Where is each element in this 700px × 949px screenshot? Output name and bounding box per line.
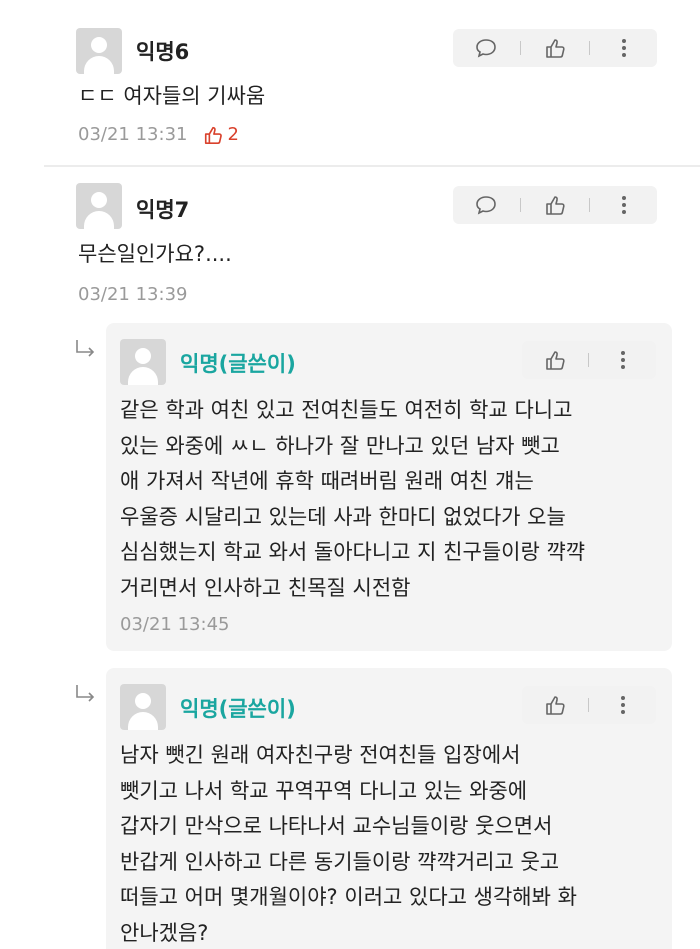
comment-text: ㄷㄷ 여자들의 기싸움	[78, 84, 266, 108]
avatar	[76, 28, 122, 74]
like-icon[interactable]	[538, 343, 572, 377]
reply-icon	[74, 683, 98, 709]
avatar	[120, 684, 166, 730]
comment-item: 익명6 ㄷㄷ 여자들의 기싸움 03/21 13:31 2	[0, 0, 700, 165]
more-icon[interactable]	[606, 688, 640, 722]
reply-author: 익명(글쓴이)	[180, 352, 296, 376]
like-count-value: 2	[227, 124, 239, 145]
more-icon[interactable]	[606, 343, 640, 377]
avatar	[76, 183, 122, 229]
comment-actions	[453, 29, 657, 67]
like-icon[interactable]	[538, 688, 572, 722]
comment-actions	[453, 186, 657, 224]
comment-date: 03/21 13:39	[78, 284, 188, 305]
reply-item: 익명(글쓴이) 같은 학과 여친 있고 전여친들도 여전히 학교 다니고 있는 …	[106, 323, 672, 651]
comment-author: 익명6	[136, 40, 190, 64]
reply-actions	[522, 341, 656, 379]
like-icon	[205, 126, 223, 144]
comment-icon[interactable]	[469, 188, 503, 222]
reply-author: 익명(글쓴이)	[180, 697, 296, 721]
reply-item: 익명(글쓴이) 남자 뺏긴 원래 여자친구랑 전여친들 입장에서 뺏기고 나서 …	[106, 668, 672, 949]
reply-date: 03/21 13:45	[120, 614, 230, 635]
more-icon[interactable]	[607, 188, 641, 222]
like-icon[interactable]	[538, 188, 572, 222]
comment-meta: 03/21 13:39	[78, 284, 187, 305]
more-icon[interactable]	[607, 31, 641, 65]
reply-actions	[522, 686, 656, 724]
comment-author: 익명7	[136, 198, 190, 222]
like-count: 2	[203, 124, 239, 145]
comment-date: 03/21 13:31	[78, 124, 188, 145]
comment-item: 익명7 무슨일인가요?.... 03/21 13:39	[0, 167, 700, 317]
reply-text: 같은 학과 여친 있고 전여친들도 여전히 학교 다니고 있는 와중에 ㅆㄴ 하…	[120, 398, 586, 600]
like-icon[interactable]	[538, 31, 572, 65]
comment-icon[interactable]	[469, 31, 503, 65]
comment-text: 무슨일인가요?....	[78, 242, 232, 266]
reply-meta: 03/21 13:45	[120, 614, 229, 635]
comment-meta: 03/21 13:31 2	[78, 124, 239, 145]
avatar	[120, 339, 166, 385]
reply-text: 남자 뺏긴 원래 여자친구랑 전여친들 입장에서 뺏기고 나서 학교 꾸역꾸역 …	[120, 743, 577, 945]
reply-icon	[74, 338, 98, 364]
